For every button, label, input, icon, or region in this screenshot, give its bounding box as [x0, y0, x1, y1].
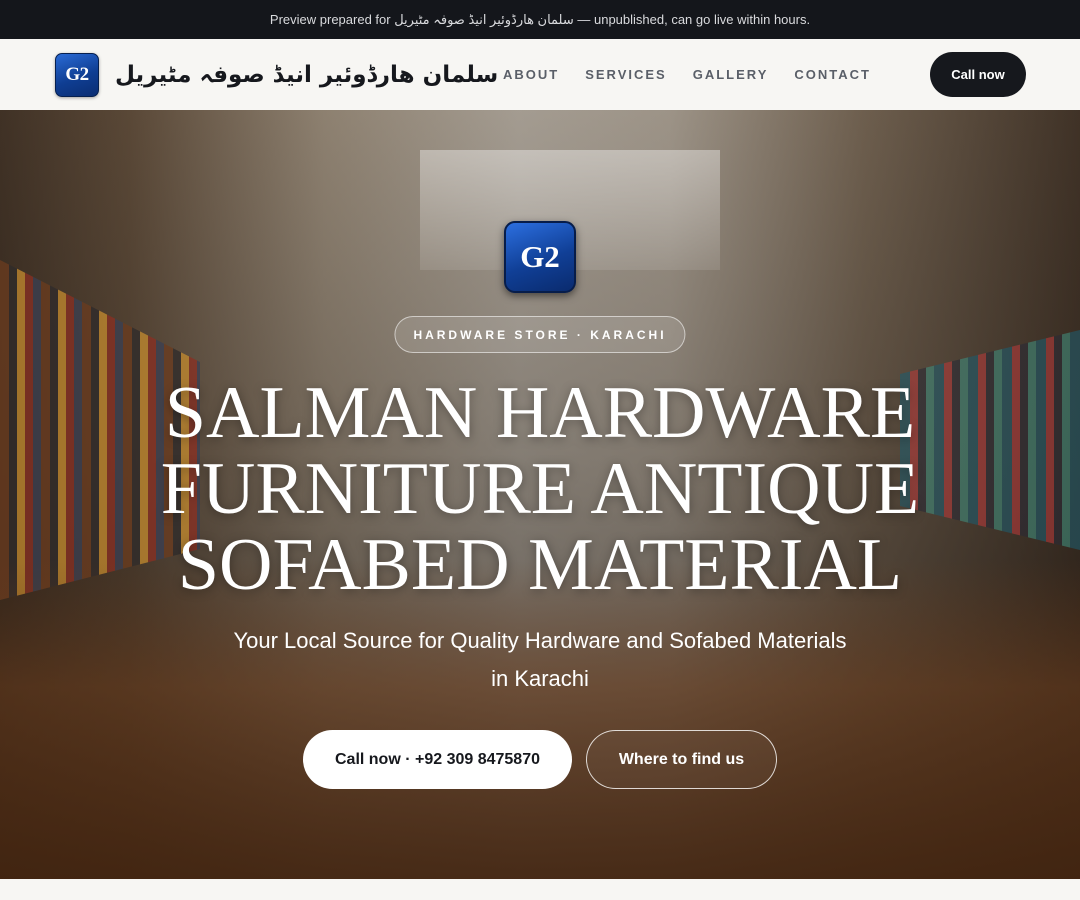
g2-logo-icon: G2 — [55, 52, 99, 97]
hero-subtitle-line-2: in Karachi — [491, 666, 589, 691]
brand-name: سلمان ھارڈوئیر انیڈ صوفہ مٹیریل — [115, 61, 499, 88]
logo-text: G2 — [65, 63, 89, 85]
hero-headline: SALMAN HARDWARE FURNITURE ANTIQUE SOFABE… — [0, 375, 1080, 603]
g2-logo-large-icon: G2 — [504, 221, 576, 293]
preview-notice-text: Preview prepared for سلمان ھارڈوئیر انیڈ… — [269, 11, 811, 27]
hero-category-badge: HARDWARE STORE · KARACHI — [394, 316, 686, 353]
hero-subtitle-line-1: Your Local Source for Quality Hardware a… — [233, 628, 847, 653]
nav-link-contact[interactable]: CONTACT — [794, 67, 871, 82]
nav-link-about[interactable]: ABOUT — [503, 67, 559, 82]
nav-link-gallery[interactable]: GALLERY — [693, 67, 769, 82]
brand[interactable]: G2 سلمان ھارڈوئیر انیڈ صوفہ مٹیریل — [55, 52, 499, 97]
hero-content: G2 HARDWARE STORE · KARACHI SALMAN HARDW… — [0, 110, 1080, 879]
site-header: G2 سلمان ھارڈوئیر انیڈ صوفہ مٹیریل ABOUT… — [0, 39, 1080, 110]
hero-headline-line-2: FURNITURE ANTIQUE — [160, 448, 920, 530]
hero-where-to-find-us-button[interactable]: Where to find us — [586, 730, 777, 789]
hero-call-now-button[interactable]: Call now · +92 309 8475870 — [303, 730, 572, 789]
hero-headline-line-1: SALMAN HARDWARE — [164, 372, 916, 454]
preview-notice-bar: Preview prepared for سلمان ھارڈوئیر انیڈ… — [0, 0, 1080, 39]
header-call-now-button[interactable]: Call now — [930, 52, 1026, 97]
main-nav: ABOUT SERVICES GALLERY CONTACT — [503, 39, 871, 110]
hero-subtitle: Your Local Source for Quality Hardware a… — [220, 622, 860, 698]
nav-link-services[interactable]: SERVICES — [585, 67, 667, 82]
hero-section: G2 HARDWARE STORE · KARACHI SALMAN HARDW… — [0, 110, 1080, 879]
hero-logo-text: G2 — [520, 239, 560, 274]
hero-headline-line-3: SOFABED MATERIAL — [177, 524, 903, 606]
